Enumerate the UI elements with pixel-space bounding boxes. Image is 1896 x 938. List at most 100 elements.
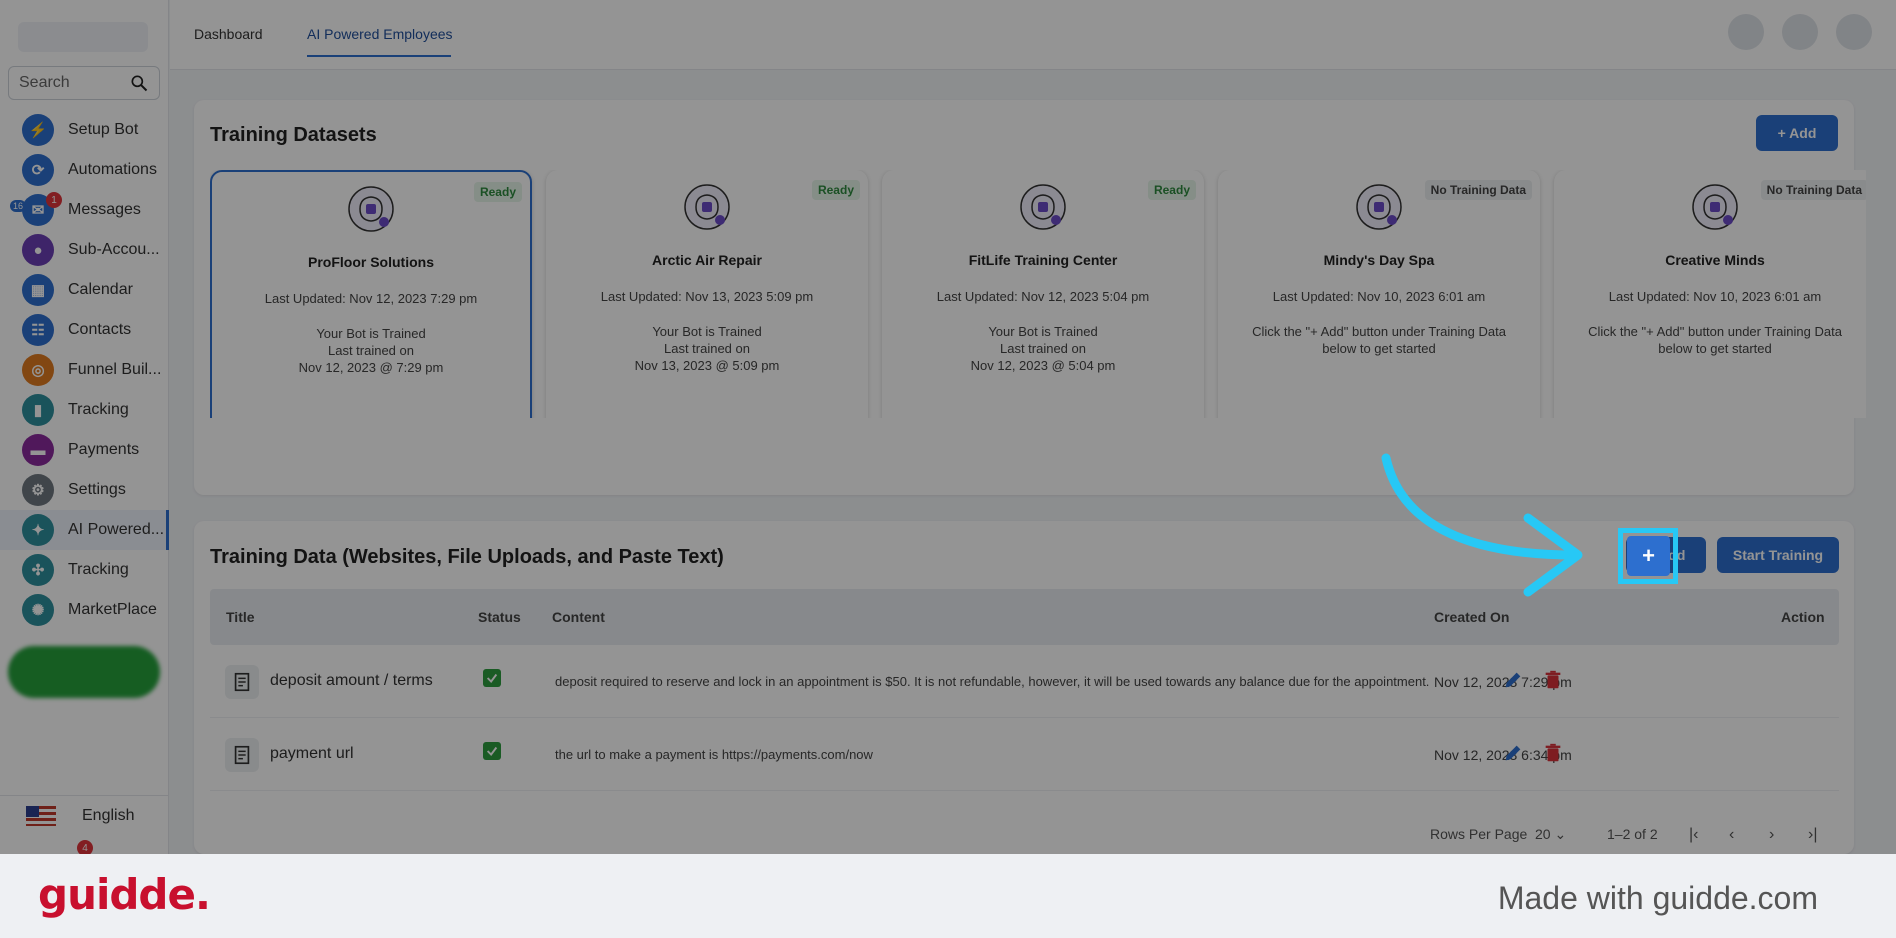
col-action: Action	[1781, 609, 1825, 625]
datasets-panel: Training Datasets + Add Ready ProFloor So…	[194, 100, 1866, 495]
card-description: Your Bot is Trained Last trained on Nov …	[634, 324, 780, 373]
sidebar-item[interactable]: ✺ MarketPlace	[0, 590, 169, 630]
status-badge: Ready	[811, 180, 860, 200]
checkmark-icon	[483, 742, 501, 760]
col-content[interactable]: Content	[552, 609, 605, 625]
dataset-card[interactable]: Ready Arctic Air Repair Last Updated: Nov …	[546, 170, 868, 418]
chart-icon: ▮	[22, 394, 54, 426]
card-updated: Last Updated: Nov 12, 2023 5:04 pm	[936, 289, 1150, 304]
pointer-arrow-icon	[1381, 453, 1583, 597]
status-badge: No Training Data	[1424, 180, 1532, 200]
help-icon[interactable]	[1782, 14, 1818, 50]
sidebar-item[interactable]: ▮ Tracking	[0, 390, 169, 430]
col-status[interactable]: Status	[478, 609, 521, 625]
delete-icon[interactable]	[1542, 742, 1564, 769]
card-updated: Last Updated: Nov 12, 2023 7:29 pm	[264, 291, 478, 306]
app-logo[interactable]	[18, 22, 148, 52]
avatar[interactable]	[1836, 14, 1872, 50]
card-icon: ▬	[22, 434, 54, 466]
top-actions	[1728, 14, 1872, 50]
card-updated: Last Updated: Nov 10, 2023 6:01 am	[1608, 289, 1822, 304]
funnel-icon: ◎	[22, 354, 54, 386]
sidebar-item[interactable]: ⚡ Setup Bot	[0, 110, 169, 150]
card-name: ProFloor Solutions	[308, 254, 434, 270]
sidebar-item-label: Tracking	[68, 561, 129, 578]
brain-icon	[1354, 182, 1404, 232]
sidebar-item-label: Automations	[68, 161, 157, 178]
sidebar-item-label: Settings	[68, 481, 126, 498]
bolt-icon: ⚡	[22, 114, 54, 146]
dataset-card[interactable]: No Training Data Mindy's Day Spa Last Upda…	[1218, 170, 1540, 418]
search-icon	[131, 75, 148, 92]
brain-icon	[682, 182, 732, 232]
rows-per-page-select[interactable]: 20 ⌄	[1535, 826, 1566, 843]
sidebar-item[interactable]: ⚙ Settings	[0, 470, 169, 510]
footer: guidde. Made with guidde.com	[0, 854, 1896, 938]
guidde-logo[interactable]: guidde.	[38, 870, 211, 919]
col-title[interactable]: Title	[226, 609, 255, 625]
tab-ai-powered-employees[interactable]: AI Powered Employees	[307, 26, 453, 42]
automation-icon: ⟳	[22, 154, 54, 186]
sidebar-item-label: Payments	[68, 441, 140, 458]
row-title: deposit amount / terms	[270, 672, 433, 689]
sidebar: Search ⚡ Setup Bot ⟳ Automations ✉ Messages 1 1…	[0, 0, 169, 856]
prev-page-icon[interactable]: ‹	[1729, 826, 1734, 844]
us-flag-icon	[26, 805, 56, 826]
sidebar-item[interactable]: ◎ Funnel Buil...	[0, 350, 169, 390]
sidebar-item[interactable]: ✉ Messages 1 16	[0, 190, 169, 230]
edit-icon[interactable]	[1502, 669, 1524, 696]
language-selector[interactable]: English	[0, 795, 169, 835]
next-page-icon[interactable]: ›	[1769, 826, 1774, 844]
dataset-cards: Ready ProFloor Solutions Last Updated: Nov…	[210, 170, 1866, 418]
language-label: English	[82, 806, 135, 824]
dataset-card[interactable]: Ready ProFloor Solutions Last Updated: Nov…	[210, 170, 532, 418]
page-range: 1–2 of 2	[1607, 826, 1658, 842]
add-dataset-button[interactable]: + Add	[1756, 115, 1838, 151]
sidebar-nav: ⚡ Setup Bot ⟳ Automations ✉ Messages 1 16 ● Sub-A…	[0, 110, 169, 630]
document-icon	[225, 738, 259, 772]
dataset-card[interactable]: No Training Data Creative Minds Last Updat…	[1554, 170, 1866, 418]
unread-badge: 1	[46, 192, 62, 208]
card-name: Mindy's Day Spa	[1323, 252, 1435, 268]
contacts-icon: ☷	[22, 314, 54, 346]
bulb-icon: ✺	[22, 594, 54, 626]
table-row: deposit amount / terms deposit required t…	[210, 645, 1839, 718]
col-created-on[interactable]: Created On	[1434, 609, 1509, 625]
status-badge: Ready	[1147, 180, 1196, 200]
made-with-text: Made with guidde.com	[1497, 880, 1818, 916]
phone-icon[interactable]	[1728, 14, 1764, 50]
search-input[interactable]: Search	[8, 66, 160, 100]
last-page-icon[interactable]: ›|	[1808, 826, 1817, 844]
user-icon: ●	[22, 234, 54, 266]
dataset-card[interactable]: Ready FitLife Training Center Last Updated…	[882, 170, 1204, 418]
first-page-icon[interactable]: |‹	[1689, 826, 1698, 844]
sidebar-item[interactable]: ✦ AI Powered...	[0, 510, 169, 550]
delete-icon[interactable]	[1542, 669, 1564, 696]
sidebar-item[interactable]: ☷ Contacts	[0, 310, 169, 350]
count-badge: 16	[10, 200, 27, 212]
gear-icon: ⚙	[22, 474, 54, 506]
sidebar-item[interactable]: ▦ Calendar	[0, 270, 169, 310]
card-name: FitLife Training Center	[968, 252, 1118, 268]
brain-icon	[1690, 182, 1740, 232]
start-training-button[interactable]: Start Training	[1717, 537, 1839, 573]
sidebar-item-label: MarketPlace	[68, 601, 157, 618]
sidebar-item-label: Funnel Buil...	[68, 361, 162, 378]
card-description: Your Bot is Trained Last trained on Nov …	[298, 326, 444, 375]
sidebar-item-label: AI Powered...	[68, 521, 165, 538]
brain-icon	[346, 184, 396, 234]
promo-button[interactable]	[8, 646, 160, 698]
sidebar-item[interactable]: ● Sub-Accou...	[0, 230, 169, 270]
sidebar-item-label: Messages	[68, 201, 141, 218]
sidebar-item-label: Tracking	[68, 401, 129, 418]
tab-dashboard[interactable]: Dashboard	[194, 26, 263, 42]
row-content: deposit required to reserve and lock in …	[555, 674, 1430, 689]
edit-icon[interactable]	[1502, 742, 1524, 769]
brain-icon	[1018, 182, 1068, 232]
sidebar-item[interactable]: ✣ Tracking	[0, 550, 169, 590]
row-content: the url to make a payment is https://pay…	[555, 747, 873, 762]
sidebar-item[interactable]: ⟳ Automations	[0, 150, 169, 190]
sidebar-item[interactable]: ▬ Payments	[0, 430, 169, 470]
card-name: Arctic Air Repair	[652, 252, 762, 268]
card-updated: Last Updated: Nov 13, 2023 5:09 pm	[600, 289, 814, 304]
